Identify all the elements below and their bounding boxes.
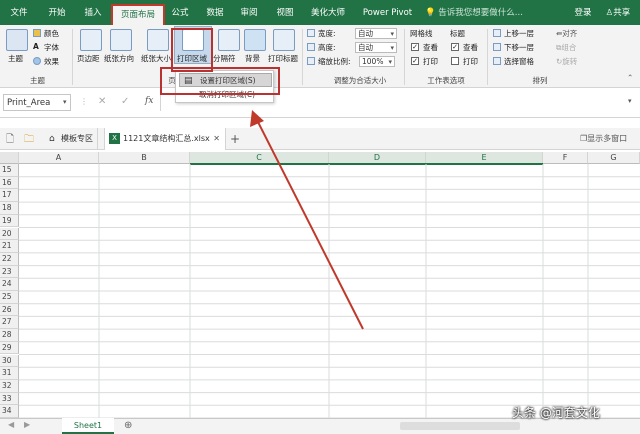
- next-sheet-icon[interactable]: ▶: [24, 420, 30, 429]
- add-sheet-icon[interactable]: ⊕: [124, 419, 132, 433]
- annotation-arrow: [250, 110, 364, 330]
- prev-sheet-icon[interactable]: ◀: [8, 420, 14, 429]
- horizontal-scrollbar[interactable]: [400, 422, 520, 430]
- arrow-head: [250, 110, 264, 127]
- sheet-tab-sheet1[interactable]: Sheet1: [62, 418, 114, 434]
- arrow-shaft: [257, 121, 364, 330]
- watermark: 头条 @河套文化: [512, 406, 600, 420]
